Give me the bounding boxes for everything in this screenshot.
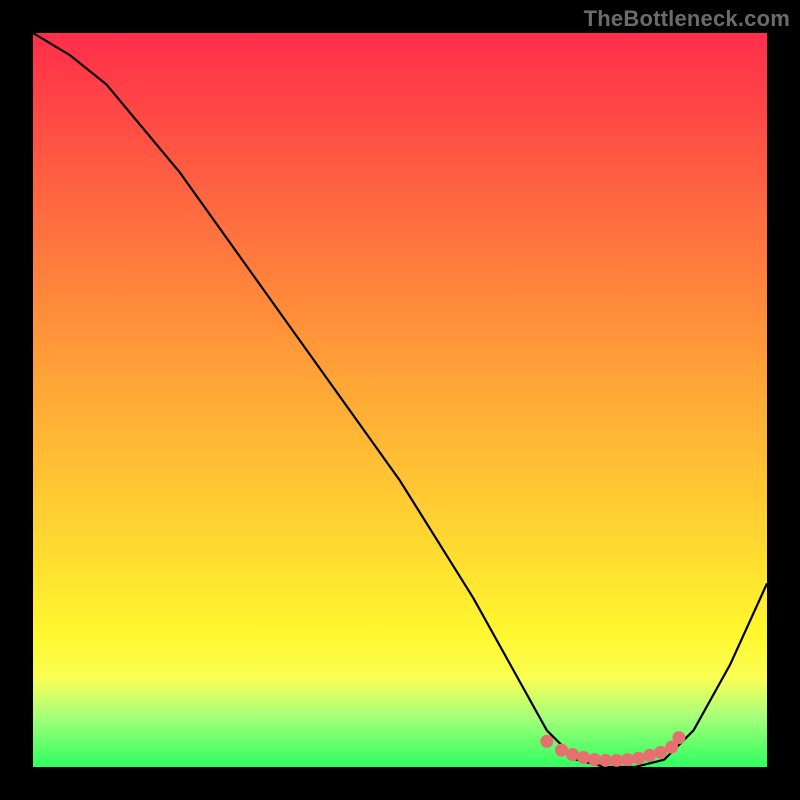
optimal-marker xyxy=(540,735,553,748)
optimal-marker xyxy=(621,753,634,766)
bottleneck-curve xyxy=(33,33,767,767)
watermark-text: TheBottleneck.com xyxy=(584,6,790,32)
plot-area xyxy=(33,33,767,767)
optimal-marker xyxy=(566,748,579,761)
optimal-marker xyxy=(672,731,685,744)
optimal-marker xyxy=(588,753,601,766)
optimal-marker xyxy=(577,751,590,764)
curve-svg xyxy=(33,33,767,767)
optimal-marker xyxy=(643,749,656,762)
chart-frame: TheBottleneck.com xyxy=(0,0,800,800)
optimal-marker xyxy=(632,752,645,765)
optimal-marker xyxy=(610,754,623,767)
optimal-range-markers xyxy=(540,731,685,767)
